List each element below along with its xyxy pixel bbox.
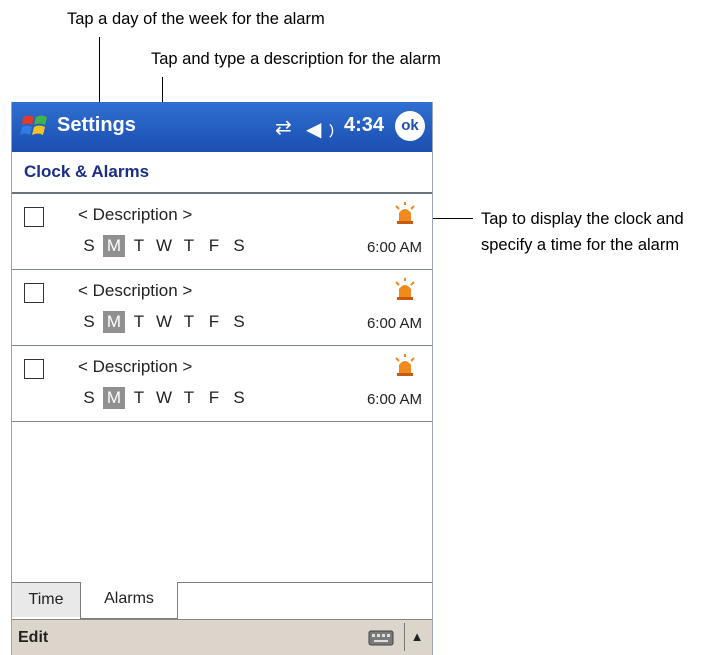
day-wednesday[interactable]: W (153, 387, 175, 409)
alarm-time[interactable]: 6:00 AM (367, 239, 422, 256)
alarm-bell-icon[interactable] (394, 277, 416, 301)
day-wednesday[interactable]: W (153, 311, 175, 333)
alarm-checkbox[interactable] (24, 207, 44, 227)
clock-callout-text-2: specify a time for the alarm (481, 236, 680, 254)
input-panel-arrow-icon[interactable]: ▲ (404, 623, 429, 651)
page-title: Clock & Alarms (24, 162, 150, 181)
page-header: Clock & Alarms (12, 152, 432, 194)
day-monday[interactable]: M (103, 235, 125, 257)
alarm-row: < Description > SMTWTFS 6:00 AM (12, 270, 432, 346)
day-wednesday[interactable]: W (153, 235, 175, 257)
day-monday[interactable]: M (103, 387, 125, 409)
alarm-checkbox[interactable] (24, 359, 44, 379)
alarm-days: SMTWTFS (78, 387, 253, 409)
day-thursday[interactable]: T (178, 311, 200, 333)
day-saturday[interactable]: S (228, 387, 250, 409)
alarm-days: SMTWTFS (78, 311, 253, 333)
day-saturday[interactable]: S (228, 235, 250, 257)
day-sunday[interactable]: S (78, 311, 100, 333)
title-bar: Settings ⇄ ◀﹚ 4:34 ok (12, 102, 432, 152)
menu-bar: Edit ▲ (12, 619, 432, 655)
tab-alarms[interactable]: Alarms (80, 582, 178, 619)
alarm-description-field[interactable]: < Description > (78, 281, 192, 301)
clock-callout-line (427, 218, 473, 219)
device-screen: Settings ⇄ ◀﹚ 4:34 ok Clock & Alarms < D… (11, 102, 433, 655)
start-flag-icon[interactable] (20, 112, 50, 140)
tab-time[interactable]: Time (12, 583, 81, 617)
description-callout-text: Tap and type a description for the alarm (151, 50, 441, 68)
volume-icon[interactable]: ◀﹚ (306, 113, 341, 142)
day-friday[interactable]: F (203, 235, 225, 257)
clock-callout-text-1: Tap to display the clock and (481, 210, 684, 228)
day-thursday[interactable]: T (178, 387, 200, 409)
alarm-days: SMTWTFS (78, 235, 253, 257)
ok-button[interactable]: ok (395, 111, 425, 141)
alarm-bell-icon[interactable] (394, 201, 416, 225)
alarm-time[interactable]: 6:00 AM (367, 315, 422, 332)
app-title: Settings (57, 114, 136, 136)
clock-time[interactable]: 4:34 (344, 114, 384, 137)
day-tuesday[interactable]: T (128, 387, 150, 409)
alarm-description-field[interactable]: < Description > (78, 357, 192, 377)
alarm-row: < Description > SMTWTFS 6:00 AM (12, 194, 432, 270)
day-sunday[interactable]: S (78, 387, 100, 409)
day-tuesday[interactable]: T (128, 235, 150, 257)
alarm-bell-icon[interactable] (394, 353, 416, 377)
edit-menu[interactable]: Edit (18, 629, 48, 647)
day-sunday[interactable]: S (78, 235, 100, 257)
day-callout-text: Tap a day of the week for the alarm (67, 10, 325, 28)
day-monday[interactable]: M (103, 311, 125, 333)
alarm-description-field[interactable]: < Description > (78, 205, 192, 225)
day-thursday[interactable]: T (178, 235, 200, 257)
day-tuesday[interactable]: T (128, 311, 150, 333)
tab-strip: Time Alarms (12, 582, 432, 619)
keyboard-icon[interactable] (368, 630, 394, 646)
alarm-time[interactable]: 6:00 AM (367, 391, 422, 408)
alarm-row: < Description > SMTWTFS 6:00 AM (12, 346, 432, 422)
day-friday[interactable]: F (203, 311, 225, 333)
day-friday[interactable]: F (203, 387, 225, 409)
alarm-checkbox[interactable] (24, 283, 44, 303)
day-saturday[interactable]: S (228, 311, 250, 333)
connectivity-icon[interactable]: ⇄ (275, 115, 292, 140)
